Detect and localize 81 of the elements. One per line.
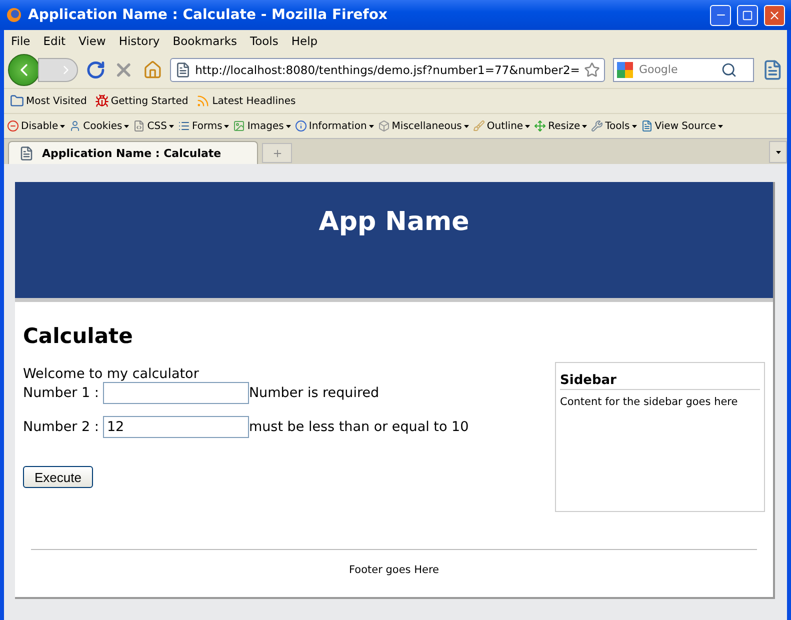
- caret-icon: [525, 124, 530, 128]
- toolbar-menu-button[interactable]: Cookies: [69, 120, 130, 132]
- sidebar-text: Content for the sidebar goes here: [560, 396, 739, 408]
- field-label: Number 1 :: [23, 385, 99, 401]
- bookmark-item[interactable]: Most Visited: [10, 94, 87, 108]
- search-engine-icon: [616, 62, 633, 78]
- toolbar-menu-button[interactable]: Forms: [178, 120, 230, 132]
- feed-icon: [196, 94, 210, 108]
- caret-icon: [286, 124, 291, 128]
- caret-icon: [124, 124, 130, 128]
- toolbar-menu-button[interactable]: Miscellaneous: [378, 120, 469, 132]
- css-icon: [133, 120, 146, 132]
- source-icon: [640, 120, 653, 132]
- toolbar-menu-button[interactable]: Resize: [534, 120, 588, 132]
- outline-icon: [472, 120, 485, 132]
- close-button[interactable]: [764, 4, 785, 26]
- welcome-text: Welcome to my calculator: [23, 366, 200, 382]
- validation-message: Number is required: [248, 385, 380, 401]
- page-icon: [175, 62, 192, 78]
- toolbar-menu-button[interactable]: CSS: [133, 120, 174, 132]
- caret-icon: [776, 150, 780, 154]
- toolbar-menu-button[interactable]: Tools: [591, 120, 637, 132]
- browser-tab[interactable]: Application Name : Calculate: [8, 141, 258, 164]
- home-icon[interactable]: [142, 60, 162, 80]
- tools-icon: [591, 120, 604, 132]
- close-icon: [768, 8, 781, 22]
- address-field[interactable]: http://localhost:8080/tenthings/demo.jsf?number1=77&number2=: [170, 58, 605, 82]
- bookmark-item[interactable]: Latest Headlines: [196, 94, 296, 108]
- maximize-button[interactable]: [737, 4, 758, 26]
- info-icon: [294, 120, 307, 132]
- browser-logo-icon: [6, 7, 22, 23]
- toolbar-menu-button[interactable]: View Source: [640, 120, 724, 132]
- sidebar-title: Sidebar: [560, 373, 760, 390]
- star-icon[interactable]: [584, 62, 600, 78]
- caret-icon: [368, 124, 374, 128]
- plus-icon: [272, 148, 282, 158]
- menu-item[interactable]: File: [6, 34, 38, 48]
- window-title: Application Name : Calculate - Mozilla Firefox: [28, 7, 388, 23]
- misc-icon: [378, 120, 390, 132]
- number-input[interactable]: 12: [102, 416, 249, 438]
- field-label: Number 2 :: [23, 419, 99, 435]
- validation-message: must be less than or equal to 10: [248, 419, 469, 435]
- toolbar-menu-button[interactable]: Information: [294, 120, 374, 132]
- tab-list-button[interactable]: [769, 141, 787, 163]
- maximize-icon: [742, 10, 753, 20]
- toolbar-menu-button[interactable]: Disable: [7, 120, 66, 132]
- menu-item[interactable]: Bookmarks: [168, 34, 245, 48]
- menu-item[interactable]: Help: [286, 34, 326, 48]
- number-input[interactable]: [102, 382, 249, 404]
- execute-button[interactable]: Execute: [23, 466, 93, 488]
- bookmark-item[interactable]: Getting Started: [94, 94, 188, 108]
- cookies-icon: [69, 120, 82, 132]
- folder-icon: [10, 94, 24, 108]
- toolbar-menu-button[interactable]: Images: [233, 120, 291, 132]
- images-icon: [233, 120, 246, 132]
- search-icon[interactable]: [720, 62, 737, 78]
- minimize-button[interactable]: [710, 4, 731, 26]
- page-icon: [19, 146, 34, 160]
- caret-icon: [718, 124, 724, 128]
- caret-icon: [632, 124, 637, 128]
- caret-icon: [224, 124, 230, 128]
- footer-text: Footer goes Here: [348, 564, 439, 576]
- menu-item[interactable]: Tools: [245, 34, 286, 48]
- new-tab-button[interactable]: [262, 143, 292, 163]
- menu-item[interactable]: History: [114, 34, 168, 48]
- caret-icon: [60, 124, 66, 128]
- page-heading: Calculate: [23, 324, 134, 348]
- reload-icon[interactable]: [86, 60, 106, 80]
- search-box[interactable]: Google: [612, 58, 754, 82]
- toolbar-menu-button[interactable]: Outline: [472, 120, 530, 132]
- app-name: App Name: [318, 207, 470, 239]
- menu-item[interactable]: Edit: [38, 34, 74, 48]
- back-button[interactable]: [8, 54, 40, 86]
- notepad-icon[interactable]: [762, 58, 783, 80]
- disable-icon: [7, 120, 19, 132]
- resize-icon: [534, 120, 546, 132]
- bug-icon: [94, 94, 109, 108]
- caret-icon: [582, 124, 588, 128]
- caret-icon: [464, 124, 469, 128]
- menu-item[interactable]: View: [74, 34, 114, 48]
- caret-icon: [168, 124, 174, 128]
